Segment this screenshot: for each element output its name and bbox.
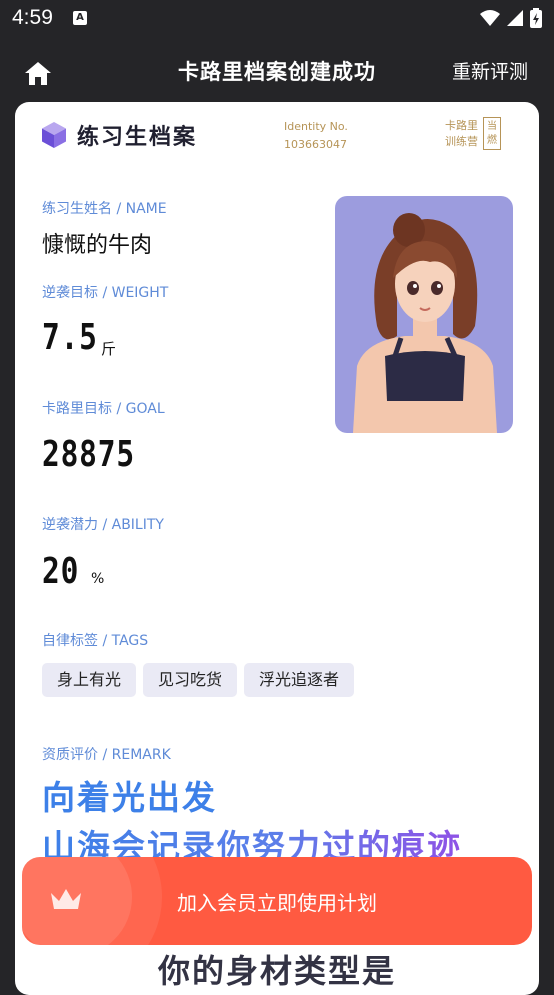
card-title: 练习生档案	[77, 125, 198, 150]
identity-label: Identity No.	[284, 120, 348, 133]
remark-line-1: 向着光出发	[42, 778, 217, 817]
brand-header: 练习生档案	[41, 119, 197, 151]
goal-label: 卡路里目标 / GOAL	[42, 401, 165, 417]
stamp-seal: 当 燃	[483, 117, 501, 150]
wifi-icon	[480, 10, 500, 26]
tag-chip: 见习吃货	[143, 663, 238, 697]
status-time: 4:59	[12, 6, 53, 29]
re-evaluate-button[interactable]: 重新评测	[452, 57, 528, 84]
stamp-line-2: 训练营	[445, 134, 478, 148]
tag-list: 身上有光 见习吃货 浮光追逐者	[42, 663, 355, 697]
weight-label: 逆袭目标 / WEIGHT	[42, 285, 169, 301]
ability-label: 逆袭潜力 / ABILITY	[42, 517, 164, 533]
ability-value: 20	[42, 551, 80, 592]
avatar-image	[335, 196, 513, 433]
app-header: 卡路里档案创建成功 重新评测	[0, 36, 554, 104]
weight-value: 7.5	[42, 317, 98, 358]
notification-icon: A	[73, 11, 87, 25]
name-value: 慷慨的牛肉	[42, 233, 153, 258]
body-type-title: 你的身材类型是	[157, 952, 396, 990]
ability-unit: %	[91, 571, 105, 587]
join-membership-button[interactable]: 加入会员立即使用计划	[22, 857, 532, 945]
identity-block: Identity No. 103663047	[284, 118, 348, 154]
brand-stamp: 卡路里 训练营 当 燃	[445, 117, 501, 150]
tag-chip: 身上有光	[42, 663, 137, 697]
avatar-illustration	[353, 213, 497, 433]
goal-value: 28875	[42, 434, 135, 475]
status-bar: 4:59 A	[0, 0, 554, 36]
tags-label: 自律标签 / TAGS	[42, 633, 149, 649]
weight-unit: 斤	[101, 340, 117, 358]
system-icons	[480, 8, 542, 28]
identity-number: 103663047	[284, 138, 347, 151]
profile-card: 练习生档案 Identity No. 103663047 卡路里 训练营 当 燃…	[15, 102, 539, 982]
name-label: 练习生姓名 / NAME	[42, 201, 167, 217]
remark-label: 资质评价 / REMARK	[42, 747, 171, 763]
battery-icon	[530, 8, 542, 28]
cta-label: 加入会员立即使用计划	[177, 891, 377, 915]
stamp-line-1: 卡路里	[445, 118, 478, 132]
cube-logo-icon	[42, 122, 66, 148]
signal-icon	[507, 10, 523, 26]
tag-chip: 浮光追逐者	[244, 663, 355, 697]
